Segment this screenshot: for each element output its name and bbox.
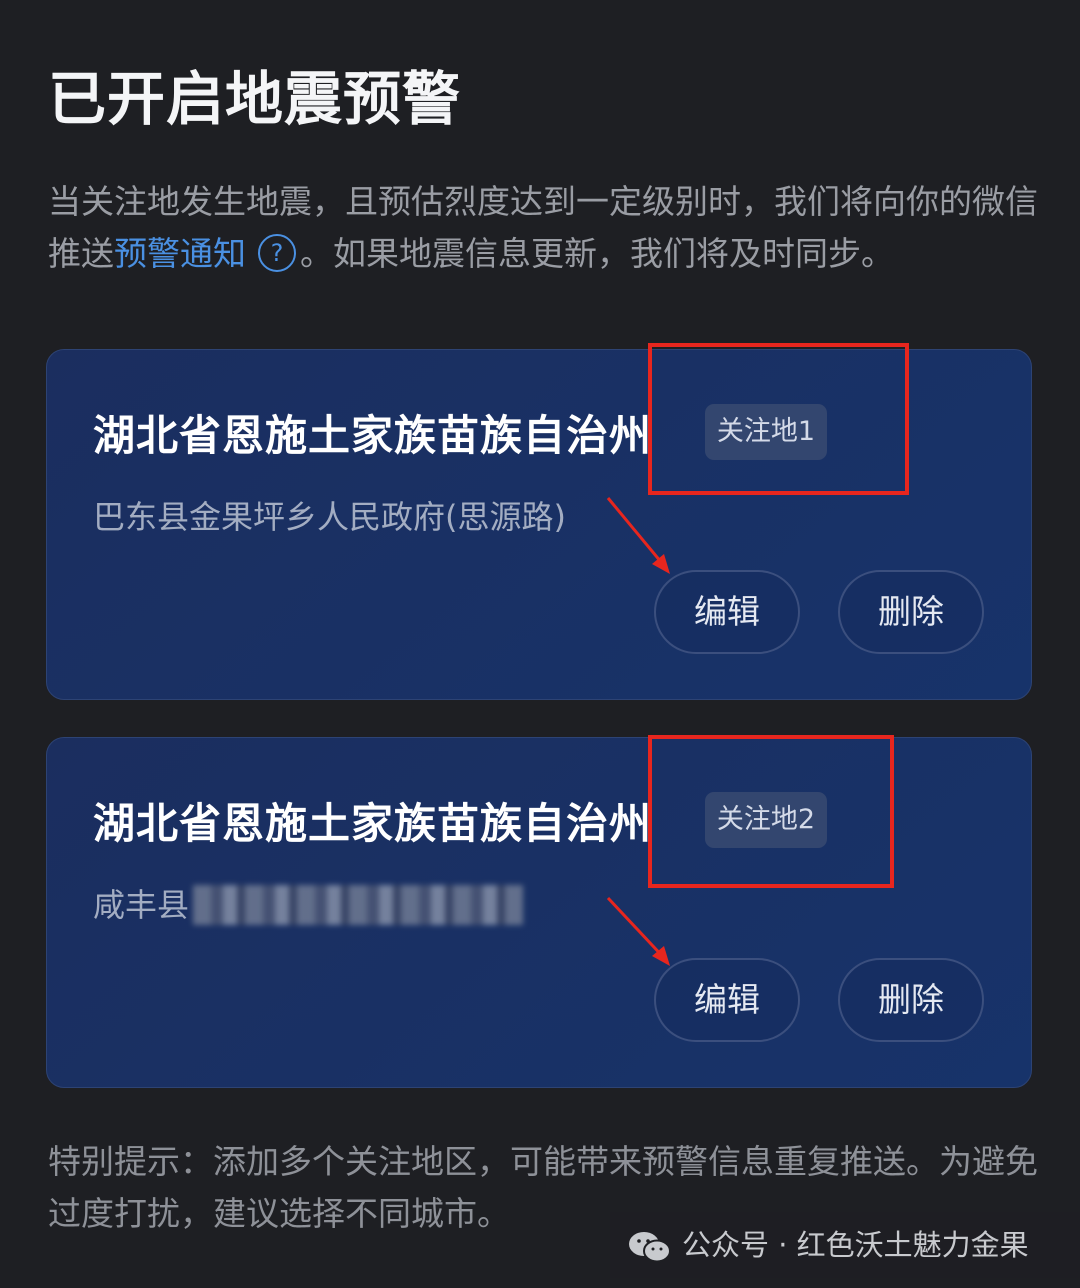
watermark: 公众号 · 红色沃土魅力金果 [610,1212,1080,1278]
annotation-arrow-icon [606,896,670,966]
edit-button[interactable]: 编辑 [654,570,800,654]
redacted-address-mosaic [193,885,524,925]
delete-button[interactable]: 删除 [838,958,984,1042]
delete-button[interactable]: 删除 [838,570,984,654]
location-address-prefix: 咸丰县 [93,886,190,924]
warning-notice-link[interactable]: 预警通知 [114,234,246,273]
location-title: 湖北省恩施土家族苗族自治州 [93,799,653,848]
location-address: 咸丰县 [93,880,524,927]
annotation-box [648,735,894,888]
intro-text: 当关注地发生地震，且预估烈度达到一定级别时，我们将向你的微信推送预警通知? 。如果… [48,176,1038,280]
edit-button[interactable]: 编辑 [654,958,800,1042]
location-address: 巴东县金果坪乡人民政府(思源路) [93,498,566,536]
page-title: 已开启地震预警 [48,65,462,133]
wechat-icon [629,1232,671,1263]
annotation-box [648,343,909,495]
annotation-arrow-icon [606,497,670,574]
location-title: 湖北省恩施土家族苗族自治州 [93,411,653,460]
question-circle-icon[interactable]: ? [258,233,296,272]
watermark-text: 公众号 · 红色沃土魅力金果 [682,1228,1029,1262]
intro-text-after: 。如果地震信息更新，我们将及时同步。 [300,234,894,273]
